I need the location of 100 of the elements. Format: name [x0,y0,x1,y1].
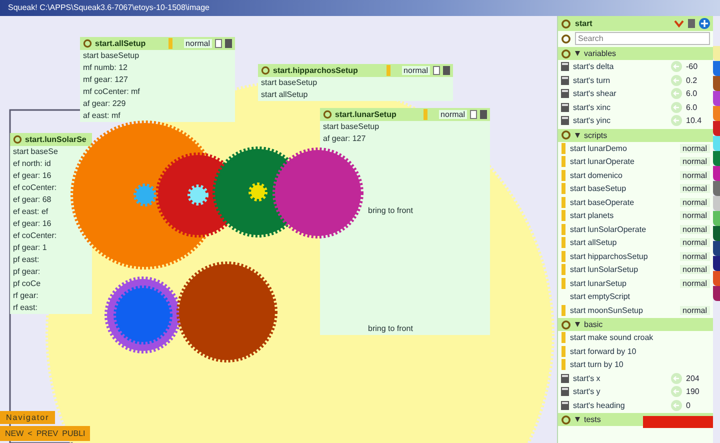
tile-label[interactable]: start lunarOperate [570,157,634,166]
script-line[interactable]: start baseSetup [320,121,380,133]
script-line[interactable]: pf gear: [10,266,40,278]
tile-label[interactable]: start moonSunSetup [570,306,643,315]
tile-label[interactable]: start lunSolarSetup [570,265,638,274]
color-swatch[interactable] [713,271,720,286]
color-swatch[interactable] [713,151,720,166]
script-line[interactable]: pf east: [10,254,40,266]
script-line[interactable]: af gear: 127 [320,133,366,145]
color-swatch[interactable] [713,226,720,241]
tile-label[interactable]: start allSetup [570,238,617,248]
variable-icon[interactable] [561,116,569,126]
color-swatch[interactable] [713,241,720,256]
color-swatch[interactable] [713,46,720,61]
value-readout[interactable]: 204 [686,374,710,383]
status-selector[interactable]: normal [680,184,710,194]
status-selector[interactable]: normal [680,265,710,274]
tile[interactable] [643,416,713,428]
navigator-button[interactable]: PUBLI [62,429,86,438]
triangle-icon[interactable] [575,132,580,138]
tile-label[interactable]: start's xinc [573,102,611,112]
tile-label[interactable]: start hipparchosSetup [570,252,648,261]
value-readout[interactable]: 190 [686,387,710,396]
menu-icon[interactable] [261,66,270,75]
menu-icon[interactable] [561,130,571,140]
tile-label[interactable]: start make sound croak [570,333,654,342]
tile-label[interactable]: start turn by 10 [570,360,624,370]
status-selector[interactable]: normal [680,211,710,220]
value-readout[interactable]: 0.2 [686,76,710,85]
tile-label[interactable]: start's yinc [573,116,611,126]
script-line[interactable]: ef gear: 68 [10,194,52,206]
variable-icon[interactable] [561,62,569,72]
tile-label[interactable]: start baseOperate [570,198,634,207]
color-swatch[interactable] [713,76,720,91]
script-line[interactable]: mf numb: 12 [80,62,128,74]
tile-label[interactable]: start emptyScript [570,292,630,302]
variable-icon[interactable] [561,89,569,98]
tile-label[interactable]: start's turn [573,76,610,85]
menu-icon[interactable] [561,320,571,330]
script-line[interactable]: rf east: [10,302,38,314]
menu-icon[interactable] [561,414,571,424]
status-selector[interactable]: normal [680,224,710,234]
variable-icon[interactable] [561,102,569,112]
menu-icon[interactable] [13,135,22,144]
script-line[interactable]: bring to front [365,323,413,335]
status-selector[interactable]: normal [680,306,710,315]
value-readout[interactable]: 6.0 [686,102,710,112]
script-line[interactable]: mf coCenter: mf [80,86,140,98]
script-line[interactable]: bring to front [365,205,413,217]
script-line[interactable]: ef north: id [10,158,51,170]
script-line[interactable]: af east: mf [80,110,120,122]
navigator-button[interactable]: PREV [36,429,58,438]
value-readout[interactable]: -60 [686,62,710,72]
tile-label[interactable]: start domenico [570,170,622,180]
color-swatch[interactable] [713,91,720,106]
status-selector[interactable]: normal [680,170,710,180]
category-header[interactable]: variables [558,47,713,60]
script-line[interactable]: start baseSe [10,146,58,158]
triangle-icon[interactable] [575,51,580,56]
script-line[interactable]: ef gear: 16 [10,218,52,230]
triangle-icon[interactable] [575,322,580,327]
value-readout[interactable]: 0 [686,400,710,410]
status-selector[interactable]: normal [680,238,710,248]
script-line[interactable]: pf coCe [10,278,41,290]
chevron-icon[interactable] [674,19,684,28]
category-header[interactable]: basic [558,318,713,331]
tile-label[interactable]: start lunarDemo [570,144,627,153]
tile-label[interactable]: start's shear [573,89,616,98]
color-swatch[interactable] [713,136,720,151]
script-line[interactable]: start baseSetup [80,50,140,62]
script-line[interactable]: ef east: ef [10,206,48,218]
category-header[interactable]: tests [558,413,713,426]
script-line[interactable]: pf gear: 1 [10,242,47,254]
status-selector[interactable]: normal [680,278,710,288]
tile-label[interactable]: start lunarSetup [570,278,626,288]
status-selector[interactable]: normal [402,66,430,75]
tile-label[interactable]: start's heading [573,400,625,410]
checkbox-icon[interactable] [215,39,222,48]
variable-icon[interactable] [561,374,569,383]
checkbox-icon[interactable] [470,110,477,119]
triangle-icon[interactable] [575,417,580,422]
tile-label[interactable]: start's delta [573,62,614,72]
color-swatch[interactable] [713,61,720,76]
status-selector[interactable]: normal [680,198,710,207]
menu-icon[interactable] [83,39,92,48]
color-swatch[interactable] [713,256,720,271]
value-readout[interactable]: 6.0 [686,89,710,98]
navigator-button[interactable]: < [28,429,32,438]
color-swatch[interactable] [713,166,720,181]
navigator-button[interactable]: NEW [5,429,24,438]
script-line[interactable]: start baseSetup [258,77,318,89]
script-line[interactable]: mf gear: 127 [80,74,128,86]
status-selector[interactable]: normal [680,252,710,261]
tile-label[interactable]: start forward by 10 [570,346,636,356]
search-field[interactable]: Search [575,32,710,45]
status-selector[interactable]: normal [680,157,710,166]
script-line[interactable]: rf gear: [10,290,38,302]
color-swatch[interactable] [713,106,720,121]
value-readout[interactable]: 10.4 [686,116,710,126]
script-line[interactable]: start allSetup [258,89,308,101]
